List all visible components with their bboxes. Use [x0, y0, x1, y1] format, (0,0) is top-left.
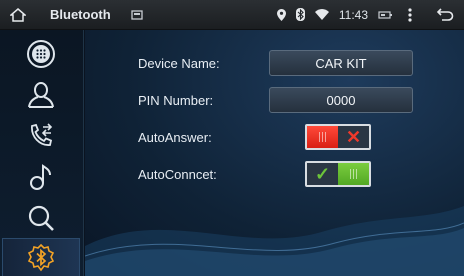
device-name-field[interactable]: CAR KIT [269, 50, 413, 76]
search-icon [26, 203, 56, 233]
sidebar-item-keypad[interactable] [2, 34, 80, 74]
device-name-label: Device Name: [138, 55, 220, 71]
back-icon[interactable] [436, 8, 454, 21]
contact-icon [26, 80, 56, 110]
screenshot-icon [131, 9, 143, 20]
toggle-off-handle [307, 126, 338, 148]
more-menu-icon[interactable] [408, 7, 412, 22]
status-bar: Bluetooth 11:43 [0, 0, 464, 30]
bluetooth-settings-panel: Device Name: CAR KIT PIN Number: 0000 Au… [85, 30, 464, 276]
call-log-icon [26, 121, 56, 151]
auto-answer-toggle[interactable]: ✕ [305, 124, 371, 150]
sidebar-item-call-log[interactable] [2, 116, 80, 156]
sidebar [0, 30, 84, 276]
music-icon [26, 162, 56, 192]
app-title: Bluetooth [50, 7, 111, 22]
auto-connect-row: AutoConncet: ✓ [85, 158, 464, 190]
toggle-on-state: ✓ [307, 163, 338, 185]
battery-icon [378, 10, 392, 20]
pin-number-label: PIN Number: [138, 92, 214, 108]
wifi-icon [314, 9, 329, 20]
check-icon: ✓ [314, 164, 331, 184]
pin-number-field[interactable]: 0000 [269, 87, 413, 113]
bluetooth-settings-icon [26, 243, 56, 273]
auto-answer-row: AutoAnswer: ✕ [85, 121, 464, 153]
pin-number-row: PIN Number: 0000 [85, 84, 464, 116]
auto-connect-toggle[interactable]: ✓ [305, 161, 371, 187]
auto-connect-label: AutoConncet: [138, 166, 217, 182]
dialpad-icon [26, 39, 56, 69]
sidebar-item-search[interactable] [2, 198, 80, 238]
sidebar-item-bluetooth-settings[interactable] [2, 238, 80, 276]
toggle-on-handle [338, 163, 369, 185]
bluetooth-status-icon [295, 8, 305, 21]
auto-answer-label: AutoAnswer: [138, 129, 212, 145]
background-wave [85, 206, 464, 276]
sidebar-item-music[interactable] [2, 157, 80, 197]
clock: 11:43 [338, 7, 368, 22]
device-name-row: Device Name: CAR KIT [85, 47, 464, 79]
location-icon [276, 8, 286, 21]
home-icon[interactable] [10, 7, 26, 22]
sidebar-item-contacts[interactable] [2, 75, 80, 115]
toggle-off-state: ✕ [338, 126, 369, 148]
cross-icon: ✕ [345, 127, 362, 147]
